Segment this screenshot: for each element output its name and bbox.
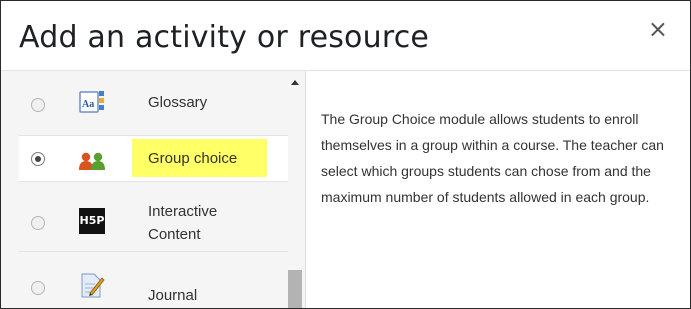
journal-icon <box>81 273 105 298</box>
scroll-thumb[interactable] <box>288 270 302 308</box>
option-label-group-choice: Group choice <box>148 150 238 167</box>
option-label-journal: Journal <box>148 287 198 304</box>
h5p-icon: H5P <box>79 208 105 234</box>
glossary-icon: Aa <box>79 91 104 113</box>
activity-options-list: Aa Glossary Group choice H5P Interactive… <box>1 71 306 308</box>
radio-journal[interactable] <box>31 281 45 295</box>
option-label-glossary: Glossary <box>148 94 208 111</box>
dialog-title: Add an activity or resource <box>19 20 430 55</box>
radio-group-choice[interactable] <box>31 152 45 166</box>
h5p-icon-text: H5P <box>79 214 105 227</box>
option-label-interactive-content-line2: Content <box>148 226 201 243</box>
close-icon[interactable]: × <box>648 15 668 43</box>
option-description: The Group Choice module allows students … <box>321 111 664 205</box>
radio-glossary[interactable] <box>31 98 45 112</box>
scroll-up-arrow-icon[interactable] <box>291 80 299 85</box>
dialog-header: Add an activity or resource × <box>1 1 690 71</box>
radio-interactive-content[interactable] <box>31 216 45 230</box>
options-scrollbar[interactable] <box>287 71 304 308</box>
add-activity-dialog: Add an activity or resource × Aa Glossar… <box>0 0 691 309</box>
group-choice-icon <box>79 152 105 170</box>
option-label-interactive-content-line1: Interactive <box>148 203 218 220</box>
svg-text:Aa: Aa <box>82 99 94 110</box>
